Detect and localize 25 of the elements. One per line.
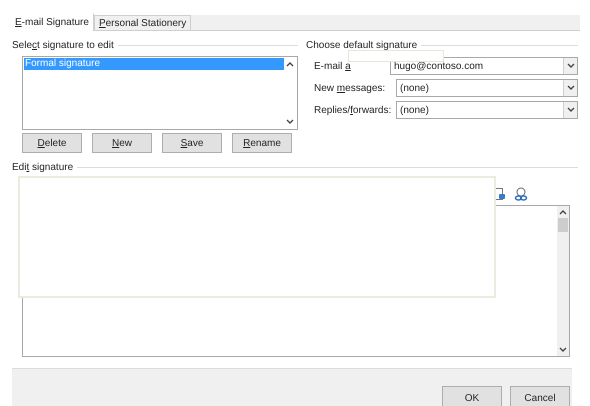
field-label: New messages: [314,82,386,96]
scroll-down-icon[interactable] [566,107,574,113]
scroll-down-icon[interactable] [559,347,567,353]
group-title: Edit signature [12,161,74,175]
action-button[interactable]: Rename [232,133,292,153]
field-label: Replies/forwards: [314,104,392,118]
link-icon[interactable] [514,187,528,201]
tab[interactable]: Personal Stationery [94,15,192,31]
dropdown[interactable]: hugo@contoso.com [390,57,578,75]
dialog-button[interactable]: OK [442,386,502,406]
action-button[interactable]: New [92,133,152,153]
scroll-thumb[interactable] [558,218,568,232]
field-label: E-mail a [314,60,352,74]
dropdown[interactable]: (none) [396,79,578,97]
scroll-down-icon[interactable] [286,119,294,125]
action-button[interactable]: Delete [22,133,82,153]
scroll-down-icon[interactable] [566,63,574,69]
group-title: Select signature to edit [12,39,114,53]
dropdown[interactable]: (none) [396,101,578,119]
scroll-down-icon[interactable] [566,85,574,91]
scroll-up-icon[interactable] [286,61,294,67]
group-title: Choose default signature [306,39,418,53]
dialog-button[interactable]: Cancel [510,386,570,406]
scroll-up-icon[interactable] [559,209,567,215]
action-button[interactable]: Save [162,133,222,153]
